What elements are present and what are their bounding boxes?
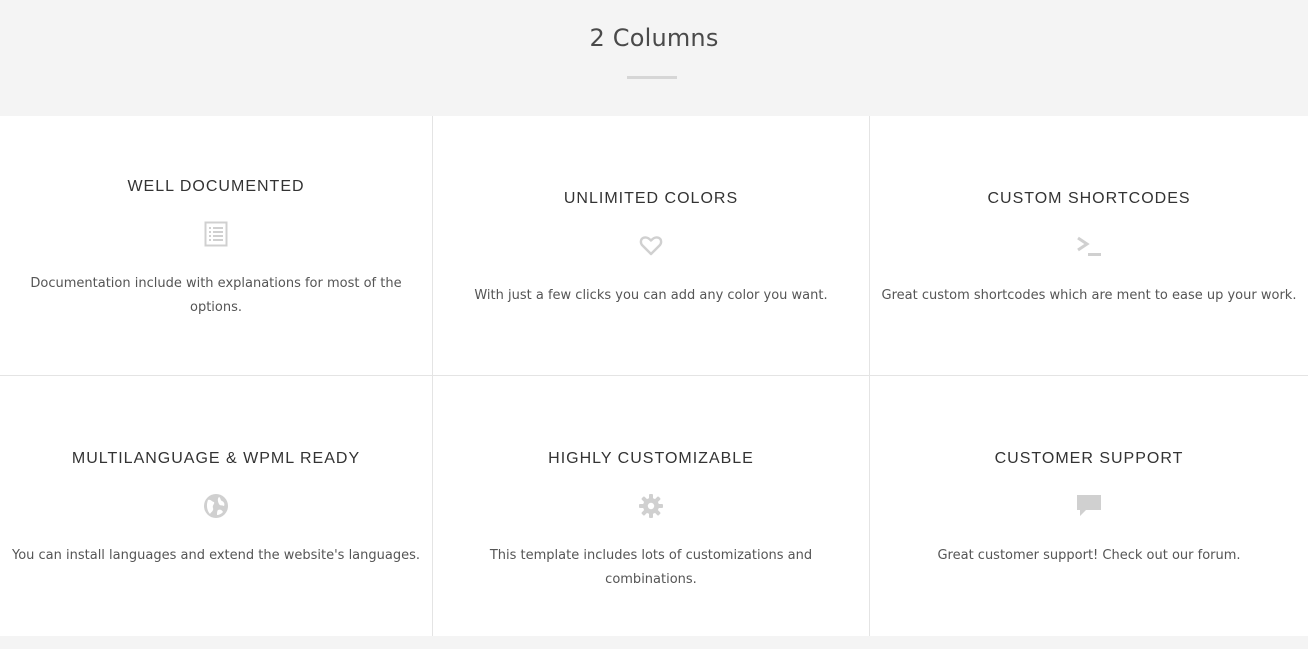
terminal-icon [1075,232,1103,260]
bottom-strip [0,636,1308,649]
section-header: 2 Columns [0,0,1308,116]
feature-title: WELL DOCUMENTED [127,178,305,195]
title-underline [627,76,677,79]
heart-icon [637,232,665,260]
document-list-icon [202,220,230,248]
feature-text: With just a few clicks you can add any c… [474,288,828,303]
feature-text: You can install languages and extend the… [11,548,420,563]
feature-card-unlimited-colors: UNLIMITED COLORS With just a few clicks … [433,116,870,376]
feature-text: This template includes lots of customiza… [489,548,813,587]
feature-card-custom-shortcodes: CUSTOM SHORTCODES Great custom shortcode… [870,116,1308,376]
feature-title: CUSTOMER SUPPORT [994,450,1184,467]
feature-text: Great customer support! Check out our fo… [937,548,1241,563]
globe-icon [202,492,230,520]
feature-title: MULTILANGUAGE & WPML READY [71,450,361,467]
feature-text: Great custom shortcodes which are ment t… [881,288,1297,303]
feature-card-well-documented: WELL DOCUMENTED Documentation include wi… [0,116,433,376]
speech-bubble-icon [1075,492,1103,520]
gear-icon [637,492,665,520]
feature-title: UNLIMITED COLORS [563,190,739,207]
feature-card-multilanguage: MULTILANGUAGE & WPML READY You can insta… [0,376,433,636]
section-title: 2 Columns [589,24,719,52]
feature-text: Documentation include with explanations … [30,276,402,315]
feature-card-highly-customizable: HIGHLY CUSTOMIZABLE This template includ… [433,376,870,636]
feature-title: HIGHLY CUSTOMIZABLE [548,450,754,467]
feature-title: CUSTOM SHORTCODES [987,190,1191,207]
features-grid: WELL DOCUMENTED Documentation include wi… [0,116,1308,636]
feature-card-customer-support: CUSTOMER SUPPORT Great customer support!… [870,376,1308,636]
page: 2 Columns WELL DOCUMENTED Documentation … [0,0,1308,649]
